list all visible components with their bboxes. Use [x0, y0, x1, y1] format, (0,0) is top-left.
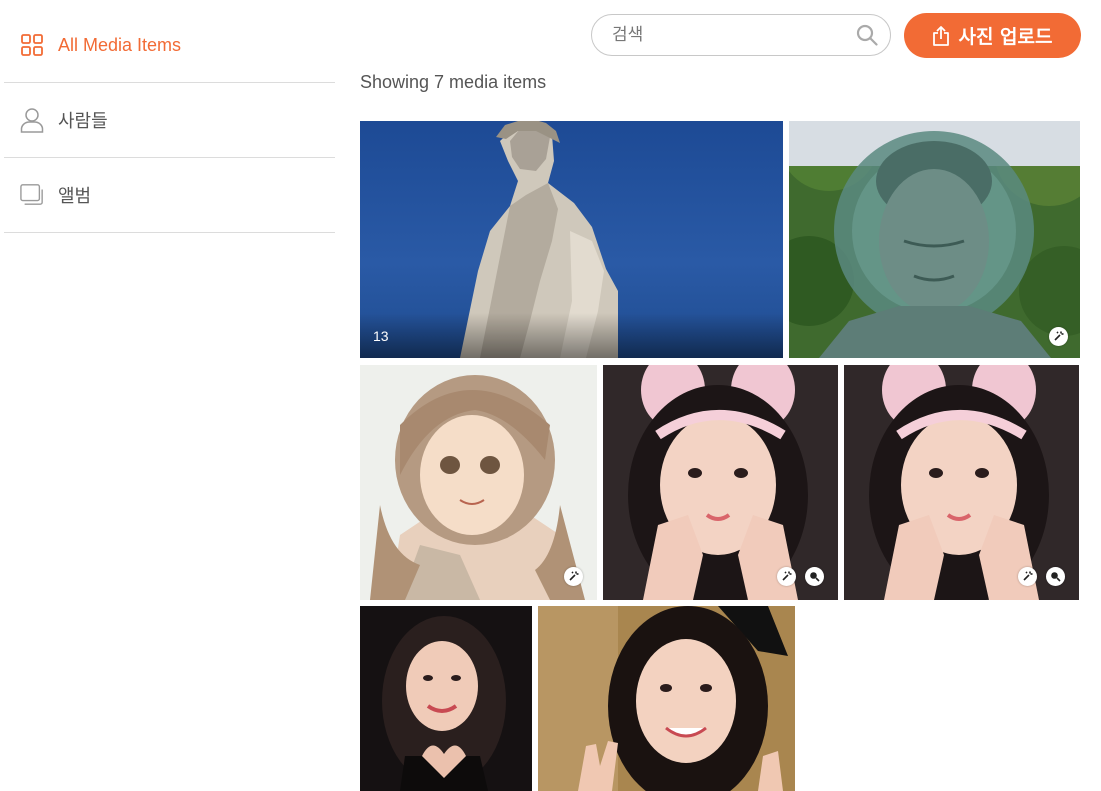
sidebar-item-albums[interactable]: 앨범 [4, 158, 335, 233]
upload-label: 사진 업로드 [958, 26, 1053, 48]
sidebar-item-label: 앨범 [58, 186, 92, 207]
upload-icon [932, 25, 950, 46]
sidebar-item-label: 사람들 [58, 111, 108, 132]
face-search-icon[interactable] [1046, 567, 1065, 586]
girl-peace-sign-photo [538, 606, 795, 791]
media-item[interactable]: 13 [360, 121, 783, 358]
media-item[interactable] [789, 121, 1080, 358]
search-input[interactable] [612, 25, 856, 45]
sidebar: All Media Items 사람들 앨범 [4, 8, 335, 233]
media-item[interactable] [360, 365, 597, 600]
girl-heart-hands-photo [360, 606, 532, 791]
magic-wand-icon[interactable] [1049, 327, 1068, 346]
anime-girl-photo [360, 365, 597, 600]
search-box[interactable] [591, 14, 891, 56]
grid-icon [20, 33, 44, 57]
media-item[interactable] [538, 606, 795, 791]
person-icon [20, 108, 44, 133]
magic-wand-icon[interactable] [564, 567, 583, 586]
girl-bunny-ears-photo [844, 365, 1079, 600]
sidebar-item-all-media[interactable]: All Media Items [4, 8, 335, 83]
tile-shade [360, 313, 783, 358]
buddha-photo [789, 121, 1080, 358]
girl-bunny-ears-photo [603, 365, 838, 600]
upload-photo-button[interactable]: 사진 업로드 [904, 13, 1081, 58]
album-icon [20, 183, 44, 207]
face-search-icon[interactable] [805, 567, 824, 586]
search-icon[interactable] [856, 24, 878, 46]
sidebar-item-people[interactable]: 사람들 [4, 83, 335, 158]
media-item[interactable] [844, 365, 1079, 600]
magic-wand-icon[interactable] [1018, 567, 1037, 586]
media-item[interactable] [360, 606, 532, 791]
sidebar-item-label: All Media Items [58, 34, 182, 55]
media-count-text: Showing 7 media items [360, 72, 547, 92]
magic-wand-icon[interactable] [777, 567, 796, 586]
media-item[interactable] [603, 365, 838, 600]
group-count-label: 13 [373, 328, 389, 344]
